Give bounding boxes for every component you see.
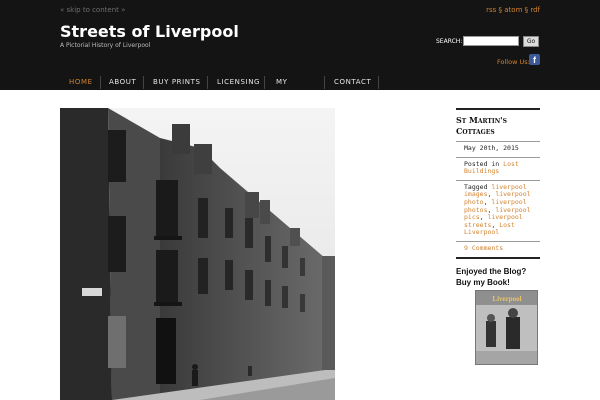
post-comments: 9 Comments <box>456 240 540 257</box>
post-category: Posted in Lost Buildings <box>456 156 540 180</box>
facebook-icon[interactable]: f <box>529 54 540 65</box>
post-tags: Tagged liverpool images, liverpool photo… <box>456 179 540 241</box>
feed-links[interactable]: rss § atom § rdf <box>486 6 540 14</box>
post-date: May 20th, 2015 <box>456 141 540 157</box>
follow-us-label: Follow Us: <box>497 58 530 66</box>
comments-link[interactable]: 9 Comments <box>464 244 503 252</box>
skip-to-content-link[interactable]: « skip to content » <box>60 6 125 14</box>
book-cover-image: Liverpool <box>476 291 537 364</box>
box-divider <box>456 256 540 259</box>
nav-separator <box>264 76 265 89</box>
nav-item-buy-prints[interactable]: BUY PRINTS <box>153 77 201 88</box>
post-photo[interactable] <box>60 108 335 400</box>
nav-separator <box>143 76 144 89</box>
site-header: « skip to content » rss § atom § rdf Str… <box>0 0 600 90</box>
nav-separator <box>324 76 325 89</box>
nav-item-home[interactable]: HOME <box>69 77 93 88</box>
search-label: SEARCH: <box>436 38 463 45</box>
nav-item-contact[interactable]: CONTACT <box>334 77 371 88</box>
buy-book-box: Enjoyed the Blog? Buy my Book! <box>456 266 540 288</box>
nav-separator <box>207 76 208 89</box>
nav-separator <box>378 76 379 89</box>
book-cover[interactable]: Liverpool <box>475 290 538 365</box>
book-cover-title: Liverpool <box>492 295 521 303</box>
street-photo-illustration <box>60 108 335 400</box>
nav-item-about[interactable]: ABOUT <box>109 77 136 88</box>
nav-separator <box>100 76 101 89</box>
site-tagline: A Pictorial History of Liverpool <box>60 42 151 49</box>
post-meta-box: St Martin's Cottages May 20th, 2015 Post… <box>456 108 540 259</box>
nav-item-my-books[interactable]: MY BOOKS <box>276 77 316 90</box>
post-date-text: May 20th, 2015 <box>464 144 519 152</box>
search-input[interactable] <box>463 36 519 46</box>
nav-item-licensing[interactable]: LICENSING <box>217 77 260 88</box>
post-title[interactable]: St Martin's Cottages <box>456 110 540 141</box>
main-nav: HOME ABOUT BUY PRINTS LICENSING MY BOOKS… <box>60 73 540 90</box>
search-go-button[interactable]: Go <box>523 36 539 47</box>
buy-book-title: Enjoyed the Blog? Buy my Book! <box>456 267 527 287</box>
site-title[interactable]: Streets of Liverpool <box>60 22 239 41</box>
